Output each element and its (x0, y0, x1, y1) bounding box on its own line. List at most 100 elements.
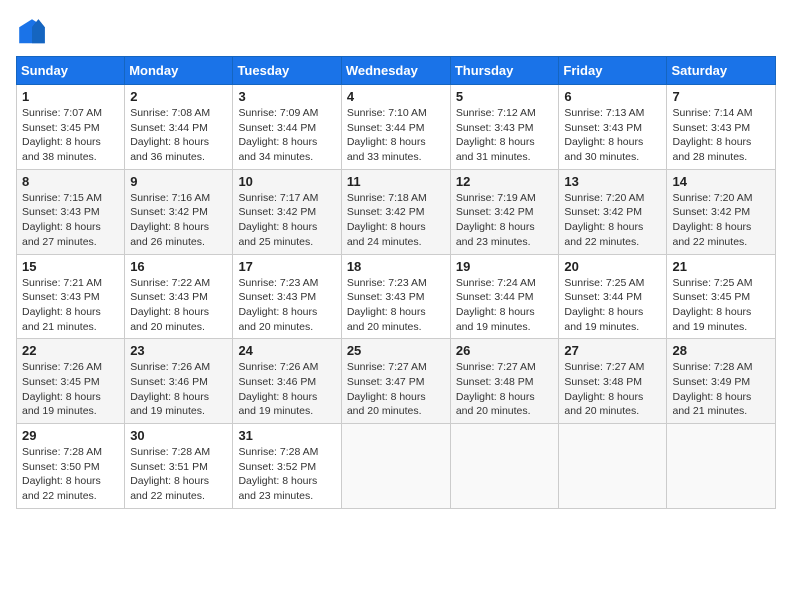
day-info: Sunrise: 7:24 AMSunset: 3:44 PMDaylight:… (456, 276, 554, 335)
day-number: 4 (347, 89, 445, 104)
day-number: 12 (456, 174, 554, 189)
calendar-cell: 17 Sunrise: 7:23 AMSunset: 3:43 PMDayligh… (233, 254, 341, 339)
calendar-cell: 19 Sunrise: 7:24 AMSunset: 3:44 PMDayligh… (450, 254, 559, 339)
day-info: Sunrise: 7:09 AMSunset: 3:44 PMDaylight:… (238, 106, 335, 165)
day-header-sunday: Sunday (17, 57, 125, 85)
day-info: Sunrise: 7:20 AMSunset: 3:42 PMDaylight:… (564, 191, 661, 250)
calendar-cell: 28Sunrise: 7:28 AMSunset: 3:49 PMDayligh… (667, 339, 776, 424)
day-header-friday: Friday (559, 57, 667, 85)
day-number: 1 (22, 89, 119, 104)
day-info: Sunrise: 7:27 AMSunset: 3:48 PMDaylight:… (456, 360, 554, 419)
day-info: Sunrise: 7:23 AMSunset: 3:43 PMDaylight:… (347, 276, 445, 335)
day-info: Sunrise: 7:27 AMSunset: 3:47 PMDaylight:… (347, 360, 445, 419)
calendar-cell: 31 Sunrise: 7:28 AMSunset: 3:52 PMDayligh… (233, 424, 341, 509)
day-header-thursday: Thursday (450, 57, 559, 85)
page-header (16, 16, 776, 48)
day-info: Sunrise: 7:13 AMSunset: 3:43 PMDaylight:… (564, 106, 661, 165)
day-number: 6 (564, 89, 661, 104)
day-number: 8 (22, 174, 119, 189)
calendar-week-1: 1 Sunrise: 7:07 AMSunset: 3:45 PMDaylight… (17, 85, 776, 170)
day-number: 10 (238, 174, 335, 189)
day-info: Sunrise: 7:17 AMSunset: 3:42 PMDaylight:… (238, 191, 335, 250)
calendar-week-3: 15 Sunrise: 7:21 AMSunset: 3:43 PMDayligh… (17, 254, 776, 339)
calendar-cell: 14Sunrise: 7:20 AMSunset: 3:42 PMDayligh… (667, 169, 776, 254)
calendar-cell (341, 424, 450, 509)
calendar-header: SundayMondayTuesdayWednesdayThursdayFrid… (17, 57, 776, 85)
day-number: 31 (238, 428, 335, 443)
calendar-cell: 7Sunrise: 7:14 AMSunset: 3:43 PMDaylight… (667, 85, 776, 170)
day-number: 20 (564, 259, 661, 274)
day-number: 13 (564, 174, 661, 189)
calendar-cell (450, 424, 559, 509)
calendar-cell: 26Sunrise: 7:27 AMSunset: 3:48 PMDayligh… (450, 339, 559, 424)
day-number: 17 (238, 259, 335, 274)
calendar-cell: 22Sunrise: 7:26 AMSunset: 3:45 PMDayligh… (17, 339, 125, 424)
day-number: 28 (672, 343, 770, 358)
day-number: 25 (347, 343, 445, 358)
day-info: Sunrise: 7:19 AMSunset: 3:42 PMDaylight:… (456, 191, 554, 250)
logo-icon (16, 16, 48, 48)
day-info: Sunrise: 7:14 AMSunset: 3:43 PMDaylight:… (672, 106, 770, 165)
calendar-cell: 21 Sunrise: 7:25 AMSunset: 3:45 PMDayligh… (667, 254, 776, 339)
day-number: 16 (130, 259, 227, 274)
day-info: Sunrise: 7:23 AMSunset: 3:43 PMDaylight:… (238, 276, 335, 335)
day-header-wednesday: Wednesday (341, 57, 450, 85)
calendar-cell: 3 Sunrise: 7:09 AMSunset: 3:44 PMDaylight… (233, 85, 341, 170)
day-number: 18 (347, 259, 445, 274)
day-number: 9 (130, 174, 227, 189)
day-info: Sunrise: 7:15 AMSunset: 3:43 PMDaylight:… (22, 191, 119, 250)
day-info: Sunrise: 7:28 AMSunset: 3:51 PMDaylight:… (130, 445, 227, 504)
calendar-cell: 8 Sunrise: 7:15 AMSunset: 3:43 PMDaylight… (17, 169, 125, 254)
day-info: Sunrise: 7:28 AMSunset: 3:52 PMDaylight:… (238, 445, 335, 504)
calendar-cell: 20 Sunrise: 7:25 AMSunset: 3:44 PMDayligh… (559, 254, 667, 339)
calendar-week-5: 29 Sunrise: 7:28 AMSunset: 3:50 PMDayligh… (17, 424, 776, 509)
calendar-cell: 24 Sunrise: 7:26 AMSunset: 3:46 PMDayligh… (233, 339, 341, 424)
day-number: 19 (456, 259, 554, 274)
day-number: 30 (130, 428, 227, 443)
calendar-cell: 6 Sunrise: 7:13 AMSunset: 3:43 PMDaylight… (559, 85, 667, 170)
day-info: Sunrise: 7:26 AMSunset: 3:46 PMDaylight:… (238, 360, 335, 419)
day-number: 24 (238, 343, 335, 358)
calendar-cell: 9 Sunrise: 7:16 AMSunset: 3:42 PMDaylight… (125, 169, 233, 254)
day-info: Sunrise: 7:12 AMSunset: 3:43 PMDaylight:… (456, 106, 554, 165)
day-number: 21 (672, 259, 770, 274)
day-info: Sunrise: 7:20 AMSunset: 3:42 PMDaylight:… (672, 191, 770, 250)
day-info: Sunrise: 7:22 AMSunset: 3:43 PMDaylight:… (130, 276, 227, 335)
calendar-cell: 12 Sunrise: 7:19 AMSunset: 3:42 PMDayligh… (450, 169, 559, 254)
day-number: 23 (130, 343, 227, 358)
day-info: Sunrise: 7:21 AMSunset: 3:43 PMDaylight:… (22, 276, 119, 335)
day-header-monday: Monday (125, 57, 233, 85)
day-info: Sunrise: 7:26 AMSunset: 3:46 PMDaylight:… (130, 360, 227, 419)
day-info: Sunrise: 7:10 AMSunset: 3:44 PMDaylight:… (347, 106, 445, 165)
calendar-cell: 4 Sunrise: 7:10 AMSunset: 3:44 PMDaylight… (341, 85, 450, 170)
day-info: Sunrise: 7:26 AMSunset: 3:45 PMDaylight:… (22, 360, 119, 419)
day-number: 5 (456, 89, 554, 104)
day-info: Sunrise: 7:25 AMSunset: 3:45 PMDaylight:… (672, 276, 770, 335)
day-info: Sunrise: 7:18 AMSunset: 3:42 PMDaylight:… (347, 191, 445, 250)
day-number: 15 (22, 259, 119, 274)
logo (16, 16, 52, 48)
calendar-week-4: 22Sunrise: 7:26 AMSunset: 3:45 PMDayligh… (17, 339, 776, 424)
calendar-cell: 18 Sunrise: 7:23 AMSunset: 3:43 PMDayligh… (341, 254, 450, 339)
day-info: Sunrise: 7:25 AMSunset: 3:44 PMDaylight:… (564, 276, 661, 335)
day-header-saturday: Saturday (667, 57, 776, 85)
day-number: 2 (130, 89, 227, 104)
day-info: Sunrise: 7:28 AMSunset: 3:50 PMDaylight:… (22, 445, 119, 504)
calendar-cell: 15 Sunrise: 7:21 AMSunset: 3:43 PMDayligh… (17, 254, 125, 339)
day-number: 3 (238, 89, 335, 104)
day-info: Sunrise: 7:07 AMSunset: 3:45 PMDaylight:… (22, 106, 119, 165)
day-number: 11 (347, 174, 445, 189)
calendar-cell (667, 424, 776, 509)
calendar-table: SundayMondayTuesdayWednesdayThursdayFrid… (16, 56, 776, 509)
calendar-cell: 25 Sunrise: 7:27 AMSunset: 3:47 PMDayligh… (341, 339, 450, 424)
day-info: Sunrise: 7:08 AMSunset: 3:44 PMDaylight:… (130, 106, 227, 165)
calendar-cell: 5 Sunrise: 7:12 AMSunset: 3:43 PMDaylight… (450, 85, 559, 170)
calendar-cell: 29 Sunrise: 7:28 AMSunset: 3:50 PMDayligh… (17, 424, 125, 509)
day-number: 27 (564, 343, 661, 358)
day-info: Sunrise: 7:27 AMSunset: 3:48 PMDaylight:… (564, 360, 661, 419)
day-number: 29 (22, 428, 119, 443)
day-info: Sunrise: 7:16 AMSunset: 3:42 PMDaylight:… (130, 191, 227, 250)
calendar-cell: 11 Sunrise: 7:18 AMSunset: 3:42 PMDayligh… (341, 169, 450, 254)
calendar-cell: 23 Sunrise: 7:26 AMSunset: 3:46 PMDayligh… (125, 339, 233, 424)
calendar-cell: 30 Sunrise: 7:28 AMSunset: 3:51 PMDayligh… (125, 424, 233, 509)
